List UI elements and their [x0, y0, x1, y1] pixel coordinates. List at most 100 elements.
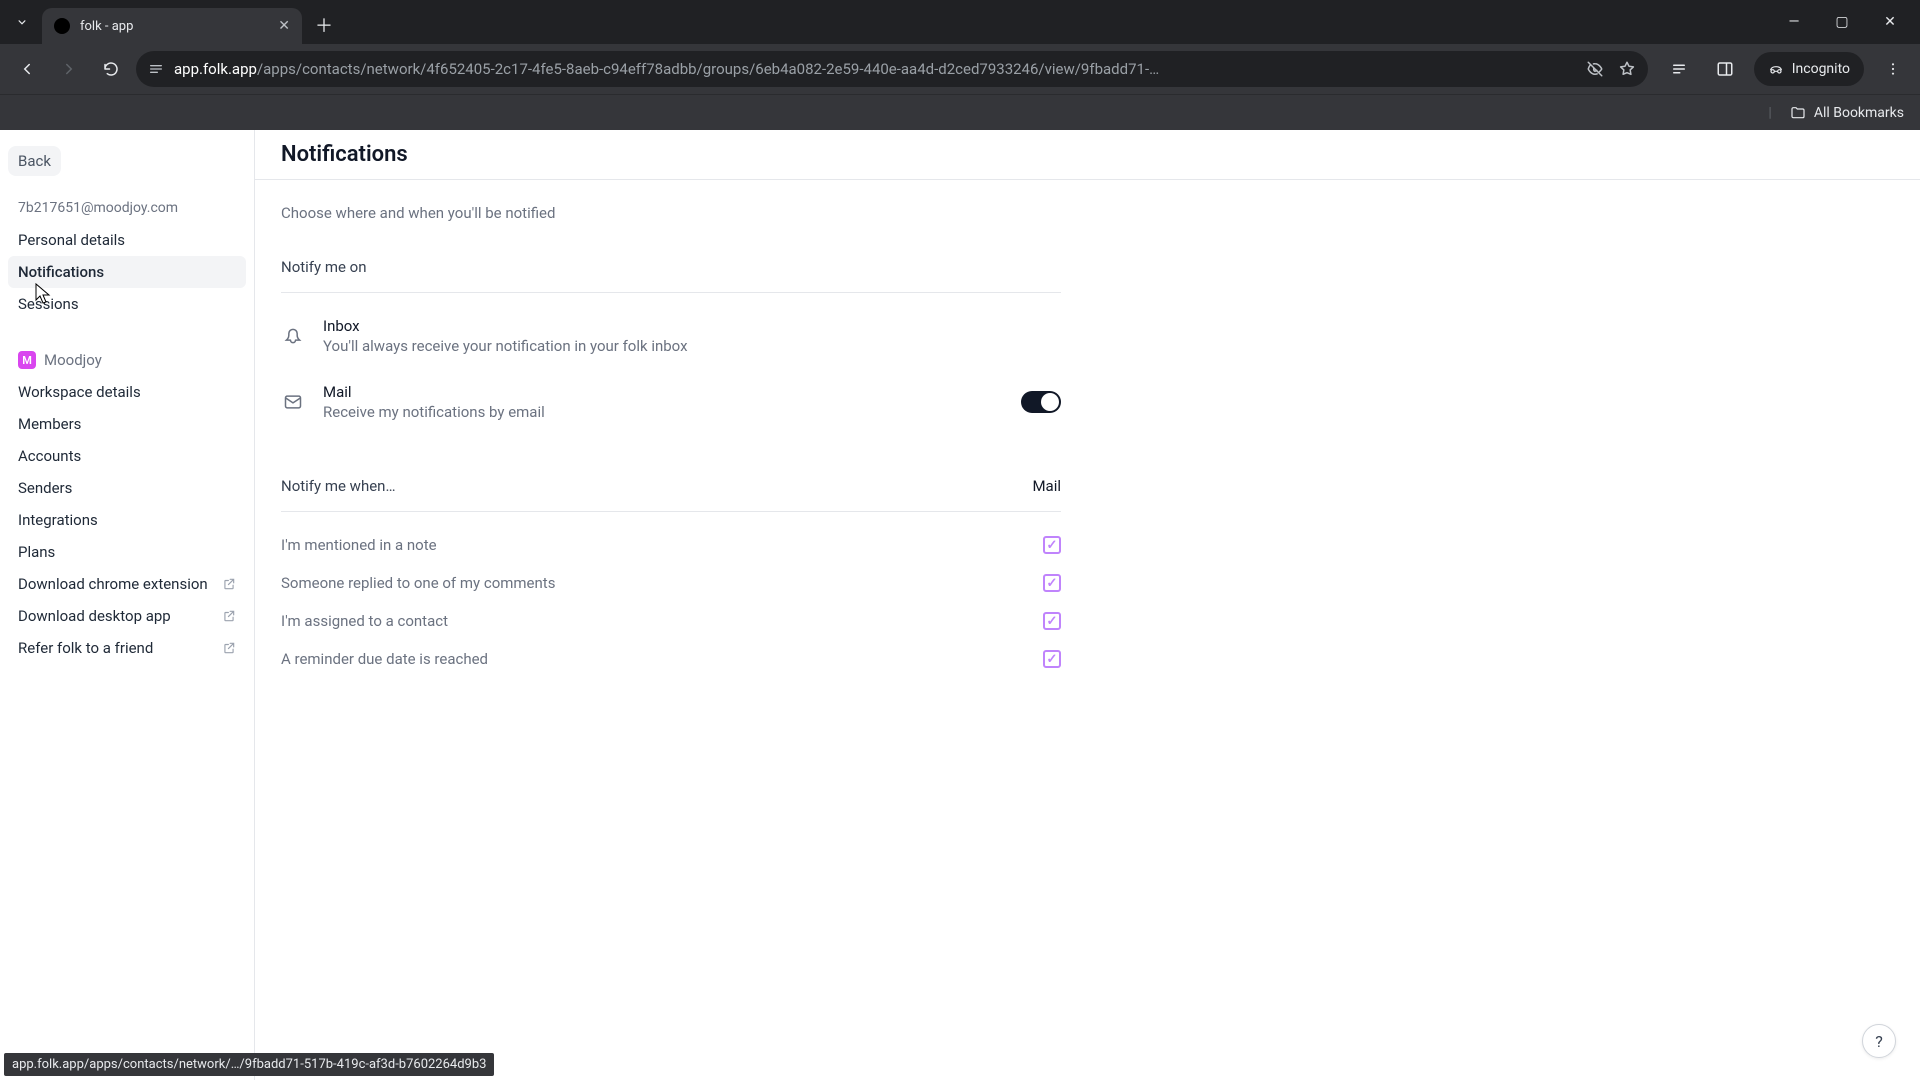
channel-mail-title: Mail: [323, 383, 545, 401]
sidebar-account-email: 7b217651@moodjoy.com: [8, 196, 246, 220]
page-header: Notifications: [255, 130, 1920, 180]
sidebar-item-notifications[interactable]: Notifications: [8, 256, 246, 288]
side-panel-icon[interactable]: [1708, 52, 1742, 86]
site-info-icon[interactable]: [148, 61, 164, 77]
all-bookmarks-label: All Bookmarks: [1814, 105, 1904, 121]
sidebar-item-label: Refer folk to a friend: [18, 639, 153, 657]
workspace-badge: M: [18, 351, 36, 369]
incognito-chip[interactable]: Incognito: [1754, 52, 1864, 86]
mail-checkbox[interactable]: ✓: [1043, 536, 1061, 554]
star-icon[interactable]: [1618, 60, 1636, 78]
sidebar-item-label: Integrations: [18, 511, 98, 529]
external-link-icon: [222, 641, 236, 655]
when-row-assigned: I'm assigned to a contact ✓: [281, 602, 1061, 640]
channel-inbox-row: Inbox You'll always receive your notific…: [281, 307, 1061, 373]
channel-inbox-desc: You'll always receive your notification …: [323, 337, 688, 355]
sidebar-item-label: Senders: [18, 479, 72, 497]
when-row-reminder: A reminder due date is reached ✓: [281, 640, 1061, 678]
when-label: I'm mentioned in a note: [281, 536, 437, 554]
incognito-icon: [1768, 61, 1784, 77]
sidebar-item-workspace-details[interactable]: Workspace details: [8, 376, 246, 408]
bell-icon: [281, 324, 305, 348]
sidebar-item-label: Accounts: [18, 447, 81, 465]
mail-column-header: Mail: [1032, 477, 1061, 495]
notify-on-label: Notify me on: [281, 258, 1061, 276]
sidebar-item-personal-details[interactable]: Personal details: [8, 224, 246, 256]
when-row-replied: Someone replied to one of my comments ✓: [281, 564, 1061, 602]
sidebar-back-button[interactable]: Back: [8, 146, 61, 176]
help-button[interactable]: ?: [1862, 1024, 1896, 1058]
app-content: Back 7b217651@moodjoy.com Personal detai…: [0, 130, 1920, 1080]
mail-checkbox[interactable]: ✓: [1043, 650, 1061, 668]
address-bar[interactable]: app.folk.app/apps/contacts/network/4f652…: [136, 51, 1648, 87]
kebab-menu-icon[interactable]: [1876, 52, 1910, 86]
divider: [281, 292, 1061, 293]
reload-button[interactable]: [94, 52, 128, 86]
bookmarks-separator: |: [1768, 105, 1771, 121]
when-label: A reminder due date is reached: [281, 650, 488, 668]
status-bar-link-preview: app.folk.app/apps/contacts/network/…/9fb…: [4, 1053, 494, 1076]
sidebar-item-refer-friend[interactable]: Refer folk to a friend: [8, 632, 246, 664]
notify-when-label: Notify me when…: [281, 477, 395, 495]
maximize-icon[interactable]: ▢: [1828, 14, 1856, 30]
sidebar-item-label: Members: [18, 415, 81, 433]
sidebar-item-integrations[interactable]: Integrations: [8, 504, 246, 536]
bookmarks-bar: | All Bookmarks: [0, 94, 1920, 130]
sidebar-item-plans[interactable]: Plans: [8, 536, 246, 568]
sidebar-item-desktop-app[interactable]: Download desktop app: [8, 600, 246, 632]
sidebar-item-senders[interactable]: Senders: [8, 472, 246, 504]
mail-checkbox[interactable]: ✓: [1043, 612, 1061, 630]
new-tab-button[interactable]: ＋: [310, 11, 338, 39]
sidebar-item-label: Personal details: [18, 231, 125, 249]
browser-tab[interactable]: folk - app ✕: [42, 8, 302, 44]
folder-icon: [1790, 105, 1806, 121]
channel-mail-row: Mail Receive my notifications by email: [281, 373, 1061, 439]
when-label: Someone replied to one of my comments: [281, 574, 555, 592]
close-icon[interactable]: ✕: [278, 18, 290, 34]
forward-button[interactable]: [52, 52, 86, 86]
toggle-knob: [1041, 393, 1059, 411]
minimize-icon[interactable]: —: [1780, 14, 1808, 30]
sidebar-item-label: Download desktop app: [18, 607, 171, 625]
sidebar-item-members[interactable]: Members: [8, 408, 246, 440]
when-row-mentioned: I'm mentioned in a note ✓: [281, 526, 1061, 564]
sidebar-item-sessions[interactable]: Sessions: [8, 288, 246, 320]
back-button[interactable]: [10, 52, 44, 86]
settings-sidebar: Back 7b217651@moodjoy.com Personal detai…: [0, 130, 255, 1080]
extensions-icon[interactable]: [1662, 52, 1696, 86]
sidebar-item-accounts[interactable]: Accounts: [8, 440, 246, 472]
chevron-down-icon: [15, 15, 29, 29]
window-controls: — ▢ ✕: [1780, 14, 1920, 30]
mail-checkbox[interactable]: ✓: [1043, 574, 1061, 592]
all-bookmarks-button[interactable]: All Bookmarks: [1790, 105, 1904, 121]
sidebar-item-label: Sessions: [18, 295, 79, 313]
divider: [281, 511, 1061, 512]
sidebar-item-label: Notifications: [18, 263, 104, 281]
sidebar-item-label: Download chrome extension: [18, 575, 208, 593]
when-label: I'm assigned to a contact: [281, 612, 448, 630]
channel-mail-desc: Receive my notifications by email: [323, 403, 545, 421]
tab-strip: folk - app ✕ ＋ — ▢ ✕: [0, 0, 1920, 44]
question-icon: ?: [1875, 1032, 1883, 1051]
browser-chrome: folk - app ✕ ＋ — ▢ ✕ app.folk.app/apps/c…: [0, 0, 1920, 130]
workspace-name: Moodjoy: [44, 351, 102, 369]
incognito-label: Incognito: [1792, 61, 1850, 77]
arrow-right-icon: [60, 60, 78, 78]
external-link-icon: [222, 609, 236, 623]
main-panel: Notifications Choose where and when you'…: [255, 130, 1920, 1080]
page-subtitle: Choose where and when you'll be notified: [281, 204, 1061, 222]
channel-inbox-title: Inbox: [323, 317, 688, 335]
external-link-icon: [222, 577, 236, 591]
tab-search-dropdown[interactable]: [6, 6, 38, 38]
reload-icon: [102, 60, 120, 78]
page-title: Notifications: [281, 142, 408, 167]
toolbar: app.folk.app/apps/contacts/network/4f652…: [0, 44, 1920, 94]
mail-toggle[interactable]: [1021, 391, 1061, 413]
notify-when-list: I'm mentioned in a note ✓ Someone replie…: [281, 526, 1061, 678]
sidebar-item-chrome-extension[interactable]: Download chrome extension: [8, 568, 246, 600]
close-window-icon[interactable]: ✕: [1876, 14, 1904, 30]
arrow-left-icon: [18, 60, 36, 78]
eye-off-icon[interactable]: [1586, 60, 1604, 78]
tab-title: folk - app: [80, 19, 268, 34]
url-text: app.folk.app/apps/contacts/network/4f652…: [174, 60, 1576, 78]
